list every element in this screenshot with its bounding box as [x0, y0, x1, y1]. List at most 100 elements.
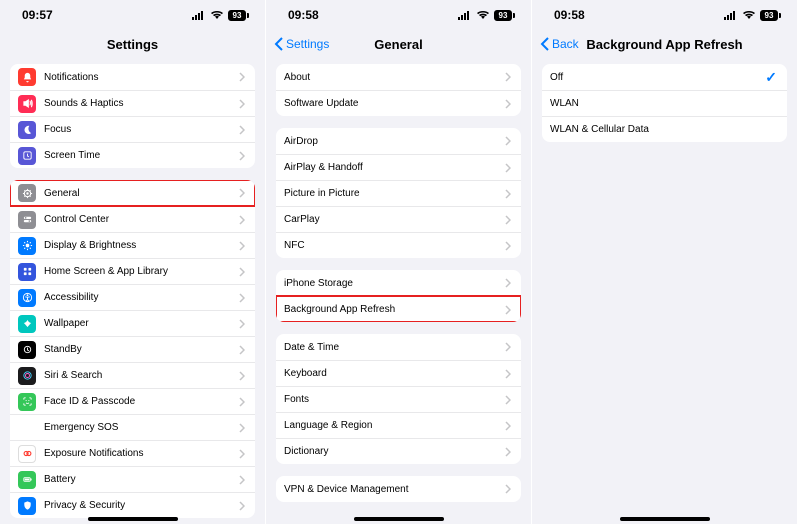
- chevron-right-icon: [239, 423, 245, 433]
- screen-bg-refresh: 09:58 93 Back Background App Refresh Off…: [532, 0, 798, 524]
- siri-icon: [18, 367, 36, 385]
- status-bar: 09:58 93: [532, 0, 797, 30]
- general-scroll[interactable]: About Software Update AirDrop AirPlay & …: [266, 58, 531, 524]
- row-storage[interactable]: iPhone Storage: [276, 270, 521, 296]
- row-label: Battery: [44, 474, 239, 485]
- row-label: iPhone Storage: [284, 278, 505, 289]
- row-sounds[interactable]: Sounds & Haptics: [10, 90, 255, 116]
- row-standby[interactable]: StandBy: [10, 336, 255, 362]
- status-right: 93: [724, 10, 781, 21]
- status-bar: 09:57 93: [0, 0, 265, 30]
- row-label: Picture in Picture: [284, 188, 505, 199]
- row-vpn[interactable]: VPN & Device Management: [276, 476, 521, 502]
- row-label: Control Center: [44, 214, 239, 225]
- battery-indicator: 93: [760, 10, 781, 21]
- general-group-5: VPN & Device Management: [276, 476, 521, 502]
- chevron-left-icon: [540, 37, 550, 51]
- chevron-right-icon: [505, 215, 511, 225]
- row-fonts[interactable]: Fonts: [276, 386, 521, 412]
- status-time: 09:58: [554, 8, 585, 22]
- privacy-icon: [18, 497, 36, 515]
- chevron-right-icon: [239, 345, 245, 355]
- back-button[interactable]: Settings: [274, 37, 329, 51]
- chevron-right-icon: [239, 371, 245, 381]
- option-wlan-cellular[interactable]: WLAN & Cellular Data: [542, 116, 787, 142]
- row-label: Emergency SOS: [44, 422, 239, 433]
- row-privacy[interactable]: Privacy & Security: [10, 492, 255, 518]
- row-dictionary[interactable]: Dictionary: [276, 438, 521, 464]
- row-accessibility[interactable]: Accessibility: [10, 284, 255, 310]
- row-screentime[interactable]: Screen Time: [10, 142, 255, 168]
- general-icon: [18, 184, 36, 202]
- general-group-1: About Software Update: [276, 64, 521, 116]
- chevron-right-icon: [239, 188, 245, 198]
- option-off[interactable]: Off ✓: [542, 64, 787, 90]
- row-label: NFC: [284, 240, 505, 251]
- row-controlcenter[interactable]: Control Center: [10, 206, 255, 232]
- chevron-right-icon: [239, 241, 245, 251]
- chevron-right-icon: [505, 369, 511, 379]
- row-label: Keyboard: [284, 368, 505, 379]
- home-indicator[interactable]: [620, 517, 710, 521]
- row-pip[interactable]: Picture in Picture: [276, 180, 521, 206]
- status-right: 93: [458, 10, 515, 21]
- chevron-right-icon: [505, 421, 511, 431]
- row-focus[interactable]: Focus: [10, 116, 255, 142]
- chevron-right-icon: [239, 475, 245, 485]
- back-button[interactable]: Back: [540, 37, 579, 51]
- home-indicator[interactable]: [354, 517, 444, 521]
- row-keyboard[interactable]: Keyboard: [276, 360, 521, 386]
- status-bar: 09:58 93: [266, 0, 531, 30]
- row-language[interactable]: Language & Region: [276, 412, 521, 438]
- settings-group-1: Notifications Sounds & Haptics Focus Scr…: [10, 64, 255, 168]
- row-display[interactable]: Display & Brightness: [10, 232, 255, 258]
- row-background-refresh[interactable]: Background App Refresh: [276, 296, 521, 322]
- row-label: StandBy: [44, 344, 239, 355]
- row-notifications[interactable]: Notifications: [10, 64, 255, 90]
- focus-icon: [18, 121, 36, 139]
- wifi-icon: [476, 10, 490, 20]
- chevron-right-icon: [505, 447, 511, 457]
- row-siri[interactable]: Siri & Search: [10, 362, 255, 388]
- row-general[interactable]: General: [10, 180, 255, 206]
- row-label: Display & Brightness: [44, 240, 239, 251]
- row-nfc[interactable]: NFC: [276, 232, 521, 258]
- row-exposure[interactable]: Exposure Notifications: [10, 440, 255, 466]
- row-sos[interactable]: SOS Emergency SOS: [10, 414, 255, 440]
- battery-indicator: 93: [228, 10, 249, 21]
- row-datetime[interactable]: Date & Time: [276, 334, 521, 360]
- exposure-icon: [18, 445, 36, 463]
- row-label: Exposure Notifications: [44, 448, 239, 459]
- row-label: Home Screen & App Library: [44, 266, 239, 277]
- row-label: Focus: [44, 124, 239, 135]
- general-group-4: Date & Time Keyboard Fonts Language & Re…: [276, 334, 521, 464]
- row-label: Background App Refresh: [284, 304, 505, 315]
- row-software-update[interactable]: Software Update: [276, 90, 521, 116]
- home-indicator[interactable]: [88, 517, 178, 521]
- notifications-icon: [18, 68, 36, 86]
- cellular-icon: [458, 10, 472, 20]
- checkmark-icon: ✓: [765, 69, 777, 86]
- settings-scroll[interactable]: Notifications Sounds & Haptics Focus Scr…: [0, 58, 265, 524]
- page-title: Settings: [107, 37, 158, 52]
- row-airdrop[interactable]: AirDrop: [276, 128, 521, 154]
- row-label: Face ID & Passcode: [44, 396, 239, 407]
- row-carplay[interactable]: CarPlay: [276, 206, 521, 232]
- chevron-right-icon: [239, 293, 245, 303]
- row-label: WLAN & Cellular Data: [550, 124, 777, 135]
- chevron-right-icon: [505, 136, 511, 146]
- sounds-icon: [18, 95, 36, 113]
- option-wlan[interactable]: WLAN: [542, 90, 787, 116]
- row-airplay[interactable]: AirPlay & Handoff: [276, 154, 521, 180]
- row-wallpaper[interactable]: Wallpaper: [10, 310, 255, 336]
- row-homescreen[interactable]: Home Screen & App Library: [10, 258, 255, 284]
- row-battery[interactable]: Battery: [10, 466, 255, 492]
- row-label: Wallpaper: [44, 318, 239, 329]
- chevron-right-icon: [505, 395, 511, 405]
- row-faceid[interactable]: Face ID & Passcode: [10, 388, 255, 414]
- row-about[interactable]: About: [276, 64, 521, 90]
- row-label: WLAN: [550, 98, 777, 109]
- refresh-scroll[interactable]: Off ✓ WLAN WLAN & Cellular Data: [532, 58, 797, 524]
- row-label: Dictionary: [284, 446, 505, 457]
- nav-bar: Settings: [0, 30, 265, 58]
